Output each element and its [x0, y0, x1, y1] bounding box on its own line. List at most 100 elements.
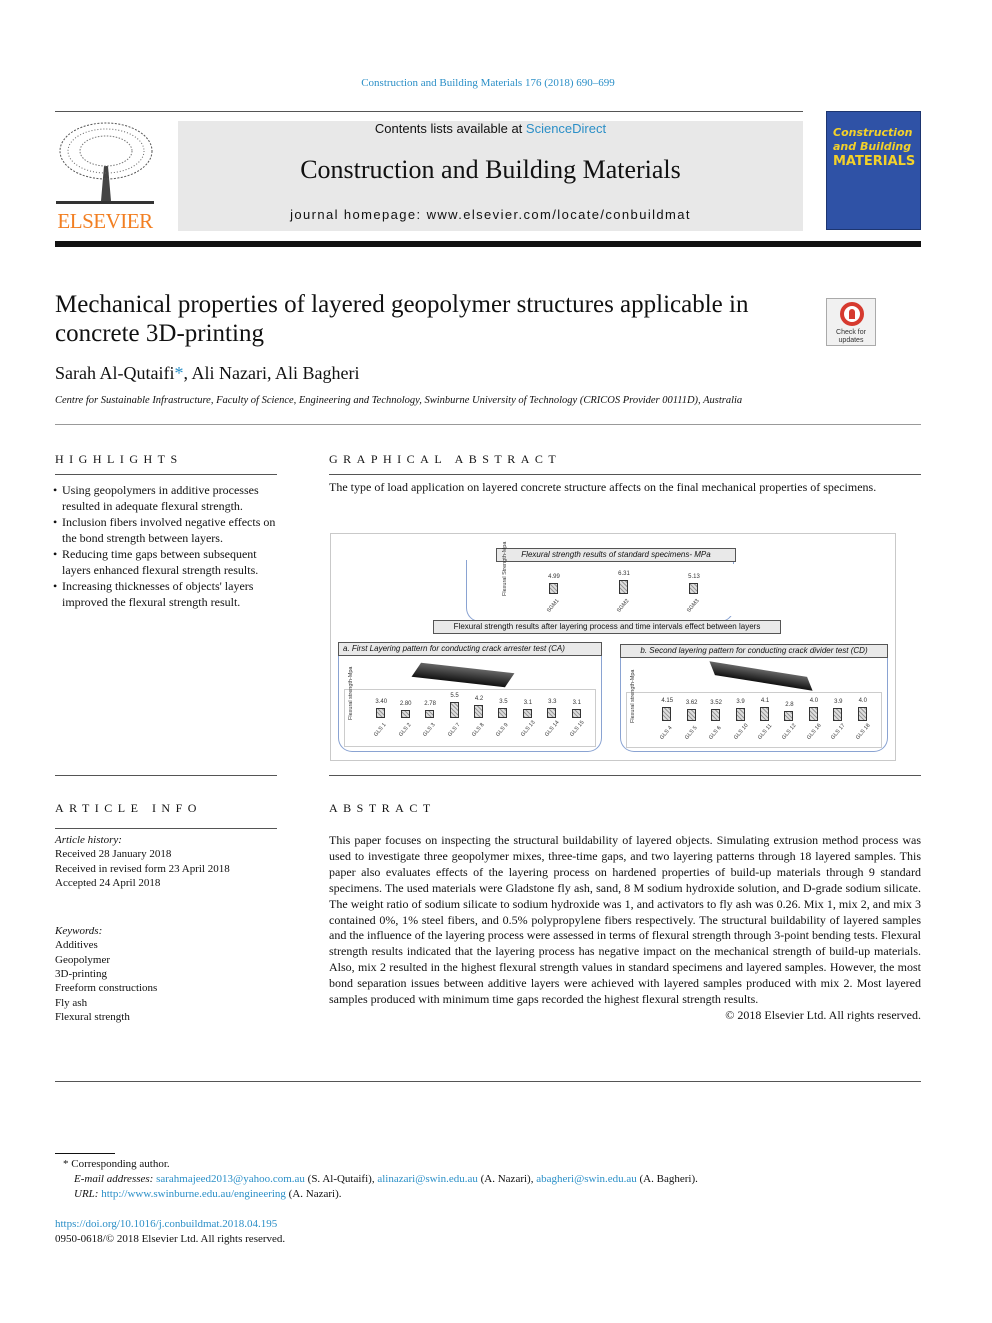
bar-value-label: 3.52: [710, 699, 722, 706]
email-link[interactable]: abagheri@swin.edu.au: [536, 1173, 637, 1185]
affiliation: Centre for Sustainable Infrastructure, F…: [55, 395, 743, 406]
bar-value-label: 3.9: [736, 698, 745, 705]
category-label: GLS 11: [757, 723, 774, 741]
bar: [549, 583, 558, 594]
category-label: GLS 15: [568, 719, 586, 738]
category-label: GLS 10: [732, 722, 750, 741]
list-item: Increasing thicknesses of objects' layer…: [53, 578, 277, 610]
bar-value-label: 3.40: [375, 698, 388, 705]
doi-link[interactable]: https://doi.org/10.1016/j.conbuildmat.20…: [55, 1218, 277, 1230]
bar-value-label: 4.15: [661, 697, 674, 704]
bar-value-label: 2.80: [399, 700, 412, 707]
bar-value-label: 4.99: [548, 574, 560, 581]
bar-value-label: 3.1: [572, 699, 581, 706]
journal-citation[interactable]: Construction and Building Materials 176 …: [0, 77, 976, 89]
bar: [833, 707, 843, 721]
tree-icon: [56, 122, 154, 204]
bar-value-label: 2.8: [785, 702, 794, 709]
category-label: SGM2: [616, 598, 631, 614]
bar-value-label: 5.13: [688, 574, 700, 580]
category-label: GLS 6: [708, 725, 723, 741]
abstract-text: This paper focuses on inspecting the str…: [329, 833, 921, 1007]
bar-value-label: 4.2: [474, 696, 484, 703]
keyword: Geopolymer: [55, 953, 110, 966]
sciencedirect-link[interactable]: ScienceDirect: [526, 121, 606, 136]
bar-value-label: 5.5: [450, 692, 459, 699]
footnote-rule: [55, 1153, 115, 1154]
bar: [686, 708, 696, 721]
bar: [711, 708, 721, 721]
bar: [474, 705, 483, 718]
journal-banner: Contents lists available at ScienceDirec…: [178, 121, 803, 231]
bar: [498, 707, 508, 718]
bar: [857, 707, 867, 721]
bar-value-label: 3.3: [548, 699, 557, 706]
journal-title: Construction and Building Materials: [300, 155, 681, 184]
bar-value-label: 6.31: [618, 571, 630, 578]
bar: [400, 709, 410, 718]
url-link[interactable]: http://www.swinburne.edu.au/engineering: [101, 1188, 286, 1200]
bar: [376, 707, 386, 718]
y-axis-label: Flexural strength-Mpa: [348, 666, 354, 721]
bar-value-label: 2.78: [424, 700, 436, 707]
category-label: GLS 7: [446, 722, 462, 738]
bar-value-label: 3.9: [834, 698, 843, 705]
bar: [425, 709, 435, 718]
y-axis-label: Flexural strength-Mpa: [630, 669, 636, 724]
divider: [55, 474, 277, 475]
panel-a-title: a. First Layering pattern for conducting…: [338, 642, 602, 656]
graphical-abstract-heading: GRAPHICAL ABSTRACT: [329, 452, 562, 466]
category-label: GLS 5: [683, 725, 699, 741]
category-label: GLS 4: [659, 725, 674, 741]
category-label: GLS 3: [422, 722, 437, 738]
abstract-heading: ABSTRACT: [329, 801, 436, 815]
category-label: GLS 17: [830, 722, 847, 741]
category-label: GLS 1: [373, 722, 388, 738]
authors: Sarah Al-Qutaifi*, Ali Nazari, Ali Baghe…: [55, 363, 360, 383]
standard-title: Flexural strength results of standard sp…: [496, 548, 736, 562]
journal-cover[interactable]: Construction and Building MATERIALS: [826, 111, 921, 230]
divider: [55, 775, 277, 776]
bar: [449, 701, 459, 718]
standard-chart: Flexural Strength-Mpa 4.99 SGM1 6.31 SGM2 5.1…: [499, 542, 735, 616]
highlights-heading: HIGHLIGHTS: [55, 452, 183, 466]
article-info-heading: ARTICLE INFO: [55, 801, 202, 815]
divider: [55, 828, 277, 829]
keyword: Freeform constructions: [55, 982, 158, 995]
keyword: Flexural strength: [55, 1010, 130, 1023]
email-link[interactable]: sarahmajeed2013@yahoo.com.au: [156, 1173, 305, 1185]
footnotes: * Corresponding author. E-mail addresses…: [63, 1158, 698, 1200]
journal-homepage[interactable]: journal homepage: www.elsevier.com/locat…: [178, 207, 803, 222]
list-item: Inclusion fibers involved negative effec…: [53, 514, 277, 546]
panel-a-chart: Flexural strength-Mpa 3.40 GLS 1 2.80 GLS 2 2…: [344, 667, 596, 747]
graphical-abstract-figure[interactable]: Flexural strength results of standard sp…: [330, 533, 896, 761]
divider: [55, 424, 921, 425]
citation-link[interactable]: Construction and Building Materials 176 …: [361, 77, 615, 89]
category-label: SGM3: [686, 598, 701, 614]
category-label: GLS 16: [805, 722, 823, 741]
bar: [619, 580, 628, 594]
corresponding-mark[interactable]: *: [174, 363, 183, 383]
highlights-list: Using geopolymers in additive processes …: [53, 482, 277, 610]
bar-value-label: 4.0: [809, 698, 819, 705]
category-label: GLS 12: [781, 722, 799, 741]
bar: [760, 706, 769, 721]
category-label: GLS 9: [495, 722, 511, 738]
check-for-updates-button[interactable]: Check for updates: [826, 298, 876, 346]
bar-value-label: 3.62: [685, 699, 698, 706]
list-item: Using geopolymers in additive processes …: [53, 482, 277, 514]
email-link[interactable]: alinazari@swin.edu.au: [377, 1173, 478, 1185]
graphical-abstract-text: The type of load application on layered …: [329, 480, 877, 494]
category-label: GLS 18: [854, 722, 872, 741]
elsevier-logo[interactable]: ELSEVIER: [55, 121, 155, 233]
bar: [547, 708, 557, 718]
bar: [662, 706, 672, 721]
check-updates-icon: [840, 302, 864, 326]
divider: [55, 1081, 921, 1082]
bar: [808, 707, 818, 721]
bar-value-label: 3.5: [499, 698, 508, 705]
header-rule: [55, 111, 803, 112]
keyword: Fly ash: [55, 996, 88, 1009]
bar: [784, 711, 794, 721]
bar-value-label: 3.1: [523, 699, 533, 706]
